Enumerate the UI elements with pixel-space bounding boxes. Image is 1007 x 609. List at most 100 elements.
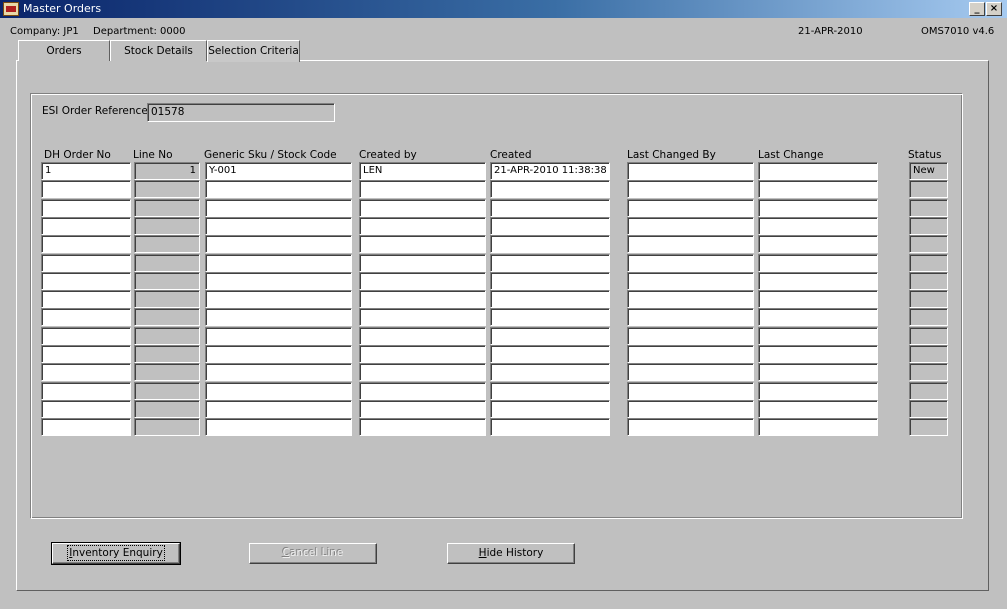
created-cell[interactable] (490, 308, 610, 326)
dh-order-no-cell[interactable] (41, 290, 131, 308)
created-by-cell[interactable]: LEN (359, 162, 486, 180)
last-change-cell[interactable] (758, 180, 878, 198)
last-changed-by-cell[interactable] (627, 400, 754, 418)
generic-sku-cell[interactable] (205, 345, 352, 363)
last-changed-by-cell[interactable] (627, 162, 754, 180)
created-cell[interactable] (490, 217, 610, 235)
created-cell[interactable] (490, 180, 610, 198)
created-by-cell[interactable] (359, 272, 486, 290)
generic-sku-cell[interactable]: Y-001 (205, 162, 352, 180)
last-change-cell[interactable] (758, 345, 878, 363)
generic-sku-cell[interactable] (205, 308, 352, 326)
dh-order-no-cell[interactable] (41, 254, 131, 272)
last-changed-by-cell[interactable] (627, 217, 754, 235)
dh-order-no-cell[interactable] (41, 180, 131, 198)
generic-sku-cell[interactable] (205, 400, 352, 418)
generic-sku-cell[interactable] (205, 217, 352, 235)
last-changed-by-cell[interactable] (627, 308, 754, 326)
dh-order-no-cell[interactable] (41, 418, 131, 436)
dh-order-no-cell[interactable] (41, 400, 131, 418)
dh-order-no-cell[interactable] (41, 217, 131, 235)
dh-order-no-cell[interactable] (41, 199, 131, 217)
generic-sku-cell[interactable] (205, 254, 352, 272)
last-change-cell[interactable] (758, 254, 878, 272)
generic-sku-cell[interactable] (205, 382, 352, 400)
created-by-cell[interactable] (359, 400, 486, 418)
tab-orders[interactable]: Orders (18, 40, 110, 61)
last-change-cell[interactable] (758, 290, 878, 308)
created-cell[interactable] (490, 235, 610, 253)
generic-sku-cell[interactable] (205, 327, 352, 345)
created-cell[interactable] (490, 290, 610, 308)
close-button[interactable]: × (986, 2, 1002, 16)
created-cell[interactable] (490, 400, 610, 418)
last-change-cell[interactable] (758, 400, 878, 418)
last-changed-by-cell[interactable] (627, 199, 754, 217)
generic-sku-cell[interactable] (205, 363, 352, 381)
generic-sku-cell[interactable] (205, 272, 352, 290)
last-changed-by-cell[interactable] (627, 345, 754, 363)
cancel-line-button[interactable]: Cancel Line (249, 543, 377, 564)
generic-sku-cell[interactable] (205, 418, 352, 436)
created-by-cell[interactable] (359, 199, 486, 217)
created-by-cell[interactable] (359, 254, 486, 272)
created-cell[interactable] (490, 199, 610, 217)
last-changed-by-cell[interactable] (627, 363, 754, 381)
created-by-cell[interactable] (359, 382, 486, 400)
inventory-enquiry-button[interactable]: Inventory Enquiry (51, 542, 181, 565)
created-cell[interactable] (490, 254, 610, 272)
last-change-cell[interactable] (758, 382, 878, 400)
created-cell[interactable] (490, 418, 610, 436)
created-cell[interactable] (490, 327, 610, 345)
created-by-cell[interactable] (359, 217, 486, 235)
last-changed-by-cell[interactable] (627, 254, 754, 272)
last-change-cell[interactable] (758, 327, 878, 345)
created-by-cell[interactable] (359, 308, 486, 326)
last-changed-by-cell[interactable] (627, 235, 754, 253)
generic-sku-cell[interactable] (205, 235, 352, 253)
created-cell[interactable] (490, 382, 610, 400)
hide-history-button[interactable]: Hide History (447, 543, 575, 564)
created-by-cell[interactable] (359, 363, 486, 381)
dh-order-no-cell[interactable] (41, 382, 131, 400)
created-by-cell[interactable] (359, 290, 486, 308)
created-by-cell[interactable] (359, 418, 486, 436)
created-cell[interactable]: 21-APR-2010 11:38:38 (490, 162, 610, 180)
last-changed-by-cell[interactable] (627, 327, 754, 345)
dh-order-no-cell[interactable] (41, 235, 131, 253)
last-change-cell[interactable] (758, 272, 878, 290)
app-icon[interactable] (3, 2, 19, 16)
esi-order-reference-field[interactable]: 01578 (147, 103, 335, 122)
generic-sku-cell[interactable] (205, 290, 352, 308)
last-changed-by-cell[interactable] (627, 382, 754, 400)
minimize-button[interactable]: _ (969, 2, 985, 16)
dh-order-no-cell[interactable] (41, 345, 131, 363)
dh-order-no-cell[interactable] (41, 327, 131, 345)
tab-selection-criteria[interactable]: Selection Criteria (207, 40, 300, 62)
tab-stock-details[interactable]: Stock Details (110, 40, 207, 61)
generic-sku-cell[interactable] (205, 199, 352, 217)
dh-order-no-cell[interactable] (41, 272, 131, 290)
created-by-cell[interactable] (359, 327, 486, 345)
created-cell[interactable] (490, 272, 610, 290)
last-changed-by-cell[interactable] (627, 180, 754, 198)
created-cell[interactable] (490, 345, 610, 363)
last-change-cell[interactable] (758, 308, 878, 326)
last-change-cell[interactable] (758, 235, 878, 253)
last-changed-by-cell[interactable] (627, 290, 754, 308)
dh-order-no-cell[interactable] (41, 308, 131, 326)
dh-order-no-cell[interactable]: 1 (41, 162, 131, 180)
created-cell[interactable] (490, 363, 610, 381)
last-change-cell[interactable] (758, 199, 878, 217)
last-change-cell[interactable] (758, 162, 878, 180)
dh-order-no-cell[interactable] (41, 363, 131, 381)
last-change-cell[interactable] (758, 217, 878, 235)
last-changed-by-cell[interactable] (627, 272, 754, 290)
last-change-cell[interactable] (758, 418, 878, 436)
created-by-cell[interactable] (359, 180, 486, 198)
generic-sku-cell[interactable] (205, 180, 352, 198)
last-changed-by-cell[interactable] (627, 418, 754, 436)
created-by-cell[interactable] (359, 235, 486, 253)
created-by-cell[interactable] (359, 345, 486, 363)
last-change-cell[interactable] (758, 363, 878, 381)
